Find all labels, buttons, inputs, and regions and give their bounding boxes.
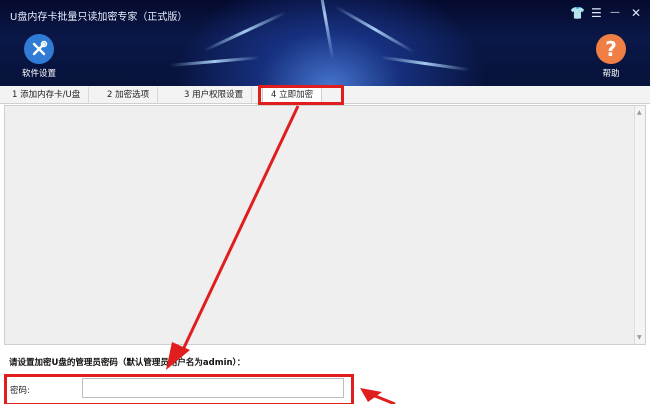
question-mark-icon: ? xyxy=(596,34,626,64)
minimize-icon[interactable]: — xyxy=(610,6,620,20)
highlight-box-tab xyxy=(258,85,344,105)
scroll-down-icon[interactable]: ▼ xyxy=(637,334,642,341)
admin-password-prompt: 请设置加密U盘的管理员密码（默认管理员用户名为admin）： xyxy=(9,358,246,368)
tab-user-permissions[interactable]: 3 用户权限设置 xyxy=(176,87,253,104)
drive-list-panel[interactable]: ▲ ▼ xyxy=(4,105,646,345)
highlight-box-password xyxy=(4,374,354,404)
tab-encryption-options[interactable]: 2 加密选项 xyxy=(99,87,159,104)
settings-button[interactable]: 软件设置 xyxy=(15,34,63,79)
close-icon[interactable]: ✕ xyxy=(631,6,641,20)
wrench-screwdriver-icon xyxy=(24,34,54,64)
annotation-arrow-head-right xyxy=(360,388,382,402)
menu-icon[interactable]: ☰ xyxy=(591,6,602,20)
tab-add-card[interactable]: 1 添加内存卡/U盘 xyxy=(4,87,90,104)
vertical-scrollbar[interactable]: ▲ ▼ xyxy=(634,106,645,344)
annotation-arrow-line-right xyxy=(369,392,396,404)
header-banner: U盘内存卡批量只读加密专家（正式版） 👕 ☰ — ✕ 软件设置 ? 帮助 xyxy=(0,0,650,86)
settings-label: 软件设置 xyxy=(21,69,56,79)
help-button[interactable]: ? 帮助 xyxy=(587,34,635,79)
skin-icon[interactable]: 👕 xyxy=(570,6,585,20)
help-label: 帮助 xyxy=(602,69,620,79)
scroll-up-icon[interactable]: ▲ xyxy=(637,109,642,116)
window-title: U盘内存卡批量只读加密专家（正式版） xyxy=(10,12,188,23)
